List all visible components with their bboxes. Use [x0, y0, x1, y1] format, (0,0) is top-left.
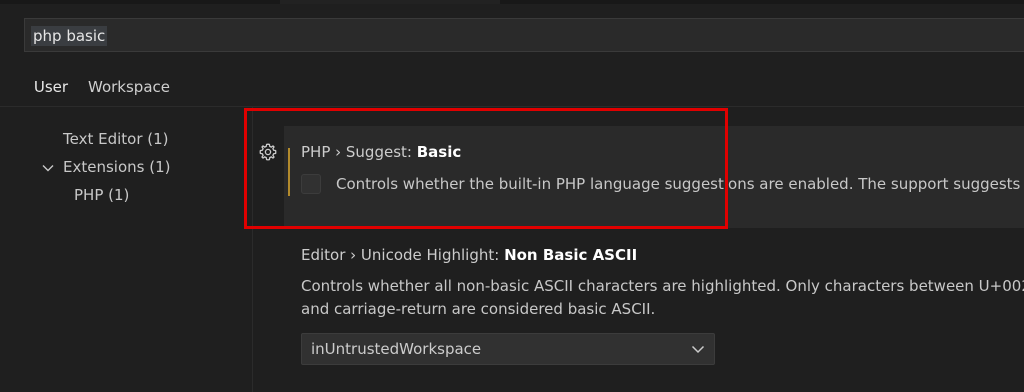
tabs-divider	[0, 106, 1024, 107]
php-suggest-basic-checkbox[interactable]	[301, 174, 321, 194]
gear-icon[interactable]	[258, 142, 278, 162]
search-query-text: php basic	[31, 26, 108, 46]
top-bar-segment	[280, 0, 500, 4]
setting-title-php-suggest-basic: PHP › Suggest: Basic	[301, 143, 461, 161]
toc-item-extensions[interactable]: Extensions (1)	[63, 158, 170, 176]
tab-workspace[interactable]: Workspace	[88, 70, 170, 106]
tab-user[interactable]: User	[24, 70, 78, 107]
settings-search-input[interactable]: php basic	[24, 18, 1024, 52]
toc-divider	[252, 107, 253, 392]
modified-indicator	[288, 148, 290, 196]
non-basic-ascii-select[interactable]: inUntrustedWorkspace	[301, 333, 715, 365]
setting-category: Editor › Unicode Highlight:	[301, 246, 505, 264]
setting-description: Controls whether the built-in PHP langua…	[336, 175, 1024, 193]
setting-title-unicode-highlight: Editor › Unicode Highlight: Non Basic AS…	[301, 246, 637, 264]
setting-description-line2: and carriage-return are considered basic…	[301, 300, 656, 318]
toc-item-text-editor[interactable]: Text Editor (1)	[63, 130, 169, 148]
setting-category: PHP › Suggest:	[301, 143, 417, 161]
toc-item-php[interactable]: PHP (1)	[74, 186, 129, 204]
top-bar	[0, 0, 1024, 4]
chevron-down-icon	[691, 345, 705, 354]
setting-name: Non Basic ASCII	[504, 246, 638, 264]
select-value: inUntrustedWorkspace	[311, 340, 482, 358]
setting-description-line1: Controls whether all non-basic ASCII cha…	[301, 277, 1024, 295]
chevron-down-icon[interactable]	[40, 160, 56, 176]
setting-name: Basic	[416, 143, 462, 161]
